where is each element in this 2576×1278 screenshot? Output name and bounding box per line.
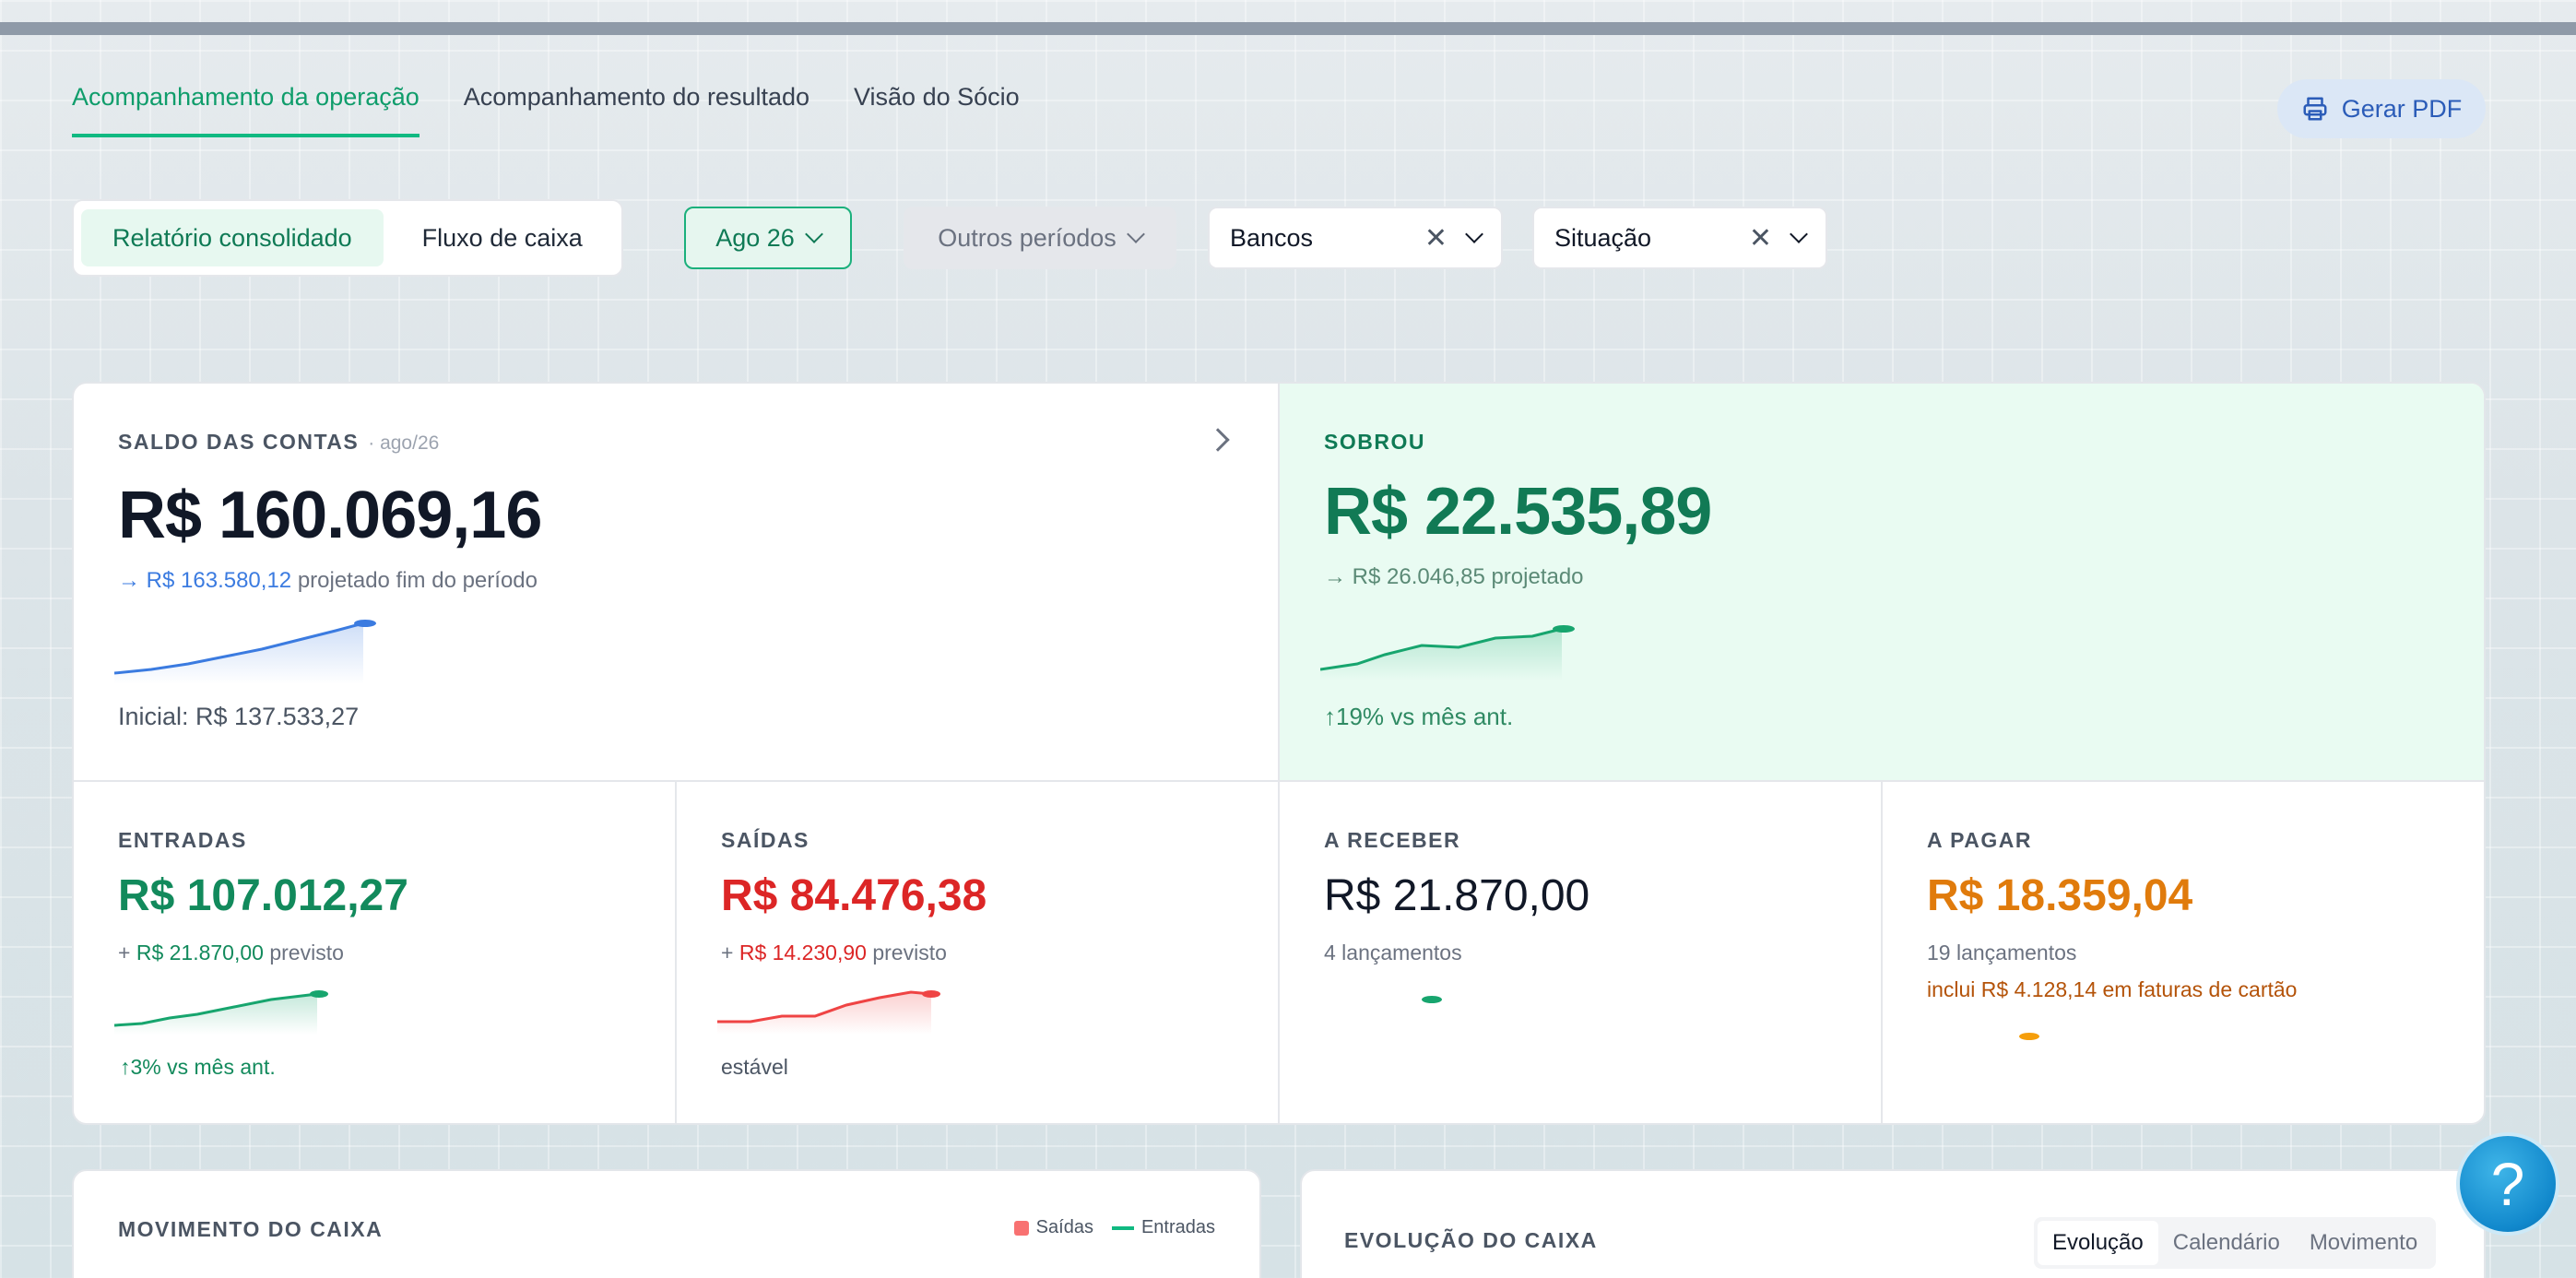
sobrou-panel: SOBROU R$ 22.535,89 → R$ 26.046,85 proje… (1280, 384, 2484, 782)
saldo-title-text: SALDO DAS CONTAS (118, 430, 360, 454)
saidas-title: SAÍDAS (721, 828, 809, 852)
movimento-title: MOVIMENTO DO CAIXA (118, 1217, 384, 1241)
clear-status-icon[interactable]: ✕ (1749, 222, 1772, 254)
a-pagar-note: inclui R$ 4.128,14 em faturas de cartão (1927, 977, 2298, 1001)
saldo-period: · ago/26 (368, 432, 440, 454)
saidas-forecast: + R$ 14.230,90 previsto (721, 941, 947, 965)
report-tabs: Acompanhamento da operação Acompanhament… (72, 83, 1020, 137)
chevron-down-icon (1790, 225, 1808, 243)
a-receber-count: 4 lançamentos (1324, 941, 1462, 964)
entradas-forecast: + R$ 21.870,00 previsto (118, 941, 344, 965)
entradas-comparison: ↑3% vs mês ant. (120, 1055, 276, 1079)
arrow-right-icon: → (118, 568, 140, 593)
sobrou-title: SOBROU (1324, 430, 1425, 454)
a-receber-sparkline (1422, 996, 1442, 1003)
a-pagar-sparkline (2019, 1033, 2039, 1040)
clear-banks-icon[interactable]: ✕ (1424, 222, 1448, 254)
forecast-prefix: + (118, 941, 131, 964)
view-toggle: Relatório consolidado Fluxo de caixa (72, 199, 623, 277)
entradas-panel: ENTRADAS R$ 107.012,27 + R$ 21.870,00 pr… (74, 782, 677, 1123)
top-bar (0, 22, 2576, 35)
saldo-projected: → R$ 163.580,12 projetado fim do período (118, 568, 538, 594)
month-label: Ago 26 (715, 223, 795, 252)
a-pagar-value: R$ 18.359,04 (1927, 871, 2193, 920)
movimento-card: MOVIMENTO DO CAIXA Saídas Entradas (72, 1169, 1261, 1278)
saidas-forecast-value: R$ 14.230,90 (739, 941, 867, 964)
help-button[interactable]: ? (2456, 1132, 2559, 1236)
a-pagar-count: 19 lançamentos (1927, 941, 2077, 964)
toggle-movimento[interactable]: Movimento (2295, 1221, 2432, 1265)
printer-icon (2303, 97, 2327, 121)
legend-entradas: Entradas (1111, 1217, 1215, 1238)
sobrou-comparison: ↑19% vs mês ant. (1324, 703, 1514, 730)
sobrou-value: R$ 22.535,89 (1324, 475, 1712, 549)
status-select[interactable]: Situação ✕ (1532, 207, 1827, 269)
legend-saidas-label: Saídas (1035, 1217, 1093, 1237)
sobrou-projected: → R$ 26.046,85 projetado (1324, 564, 1584, 589)
chevron-right-icon[interactable] (1206, 428, 1230, 452)
evolucao-title: EVOLUÇÃO DO CAIXA (1344, 1228, 1598, 1252)
other-periods-select[interactable]: Outros períodos (904, 207, 1176, 269)
help-icon: ? (2490, 1150, 2525, 1218)
saldo-panel: SALDO DAS CONTAS · ago/26 R$ 160.069,16 →… (74, 384, 1280, 782)
saldo-projected-value: R$ 163.580,12 (146, 568, 292, 593)
saidas-sparkline (717, 990, 940, 1035)
a-receber-panel: A RECEBER R$ 21.870,00 4 lançamentos (1280, 782, 1883, 1123)
saidas-panel: SAÍDAS R$ 84.476,38 + R$ 14.230,90 previ… (677, 782, 1280, 1123)
other-periods-label: Outros períodos (938, 223, 1117, 252)
a-receber-value: R$ 21.870,00 (1324, 871, 1590, 920)
toggle-evolucao[interactable]: Evolução (2038, 1221, 2158, 1265)
status-label: Situação (1554, 223, 1652, 252)
evolucao-toggle: Evolução Calendário Movimento (2034, 1217, 2437, 1269)
entradas-sparkline (114, 990, 328, 1035)
toggle-calendario[interactable]: Calendário (2158, 1221, 2295, 1265)
saidas-value: R$ 84.476,38 (721, 871, 987, 920)
tab-resultado[interactable]: Acompanhamento do resultado (464, 83, 809, 137)
saldo-title: SALDO DAS CONTAS · ago/26 (118, 430, 439, 455)
a-pagar-title: A PAGAR (1927, 828, 2032, 852)
gerar-pdf-label: Gerar PDF (2341, 94, 2463, 123)
legend-entradas-label: Entradas (1140, 1217, 1215, 1237)
saldo-initial: Inicial: R$ 137.533,27 (118, 703, 360, 730)
toggle-relatorio-consolidado[interactable]: Relatório consolidado (81, 209, 384, 266)
legend-swatch-entradas (1111, 1225, 1134, 1230)
legend-saidas: Saídas (1013, 1217, 1093, 1238)
tab-visao-socio[interactable]: Visão do Sócio (854, 83, 1020, 137)
saldo-projected-suffix: projetado fim do período (297, 568, 538, 593)
legend-swatch-saidas (1013, 1220, 1029, 1236)
chevron-down-icon (804, 225, 823, 243)
gerar-pdf-button[interactable]: Gerar PDF (2277, 79, 2486, 138)
chevron-down-icon (1126, 225, 1145, 243)
entradas-value: R$ 107.012,27 (118, 871, 408, 920)
movimento-legend: Saídas Entradas (1013, 1217, 1215, 1238)
tab-operacao[interactable]: Acompanhamento da operação (72, 83, 419, 137)
entradas-title: ENTRADAS (118, 828, 247, 852)
banks-label: Bancos (1230, 223, 1314, 252)
saidas-forecast-suffix: previsto (872, 941, 947, 964)
saldo-sparkline (114, 620, 376, 684)
month-select[interactable]: Ago 26 (684, 207, 852, 269)
chevron-down-icon (1465, 225, 1483, 243)
kpi-card: SALDO DAS CONTAS · ago/26 R$ 160.069,16 →… (72, 382, 2486, 1125)
a-receber-title: A RECEBER (1324, 828, 1461, 852)
forecast-prefix: + (721, 941, 734, 964)
toggle-fluxo-de-caixa[interactable]: Fluxo de caixa (391, 209, 614, 266)
sobrou-sparkline (1320, 625, 1575, 680)
entradas-forecast-suffix: previsto (269, 941, 344, 964)
banks-select[interactable]: Bancos ✕ (1208, 207, 1503, 269)
entradas-forecast-value: R$ 21.870,00 (136, 941, 264, 964)
saldo-value: R$ 160.069,16 (118, 479, 542, 552)
a-pagar-panel: A PAGAR R$ 18.359,04 19 lançamentos incl… (1883, 782, 2484, 1123)
saidas-comparison: estável (721, 1055, 788, 1079)
